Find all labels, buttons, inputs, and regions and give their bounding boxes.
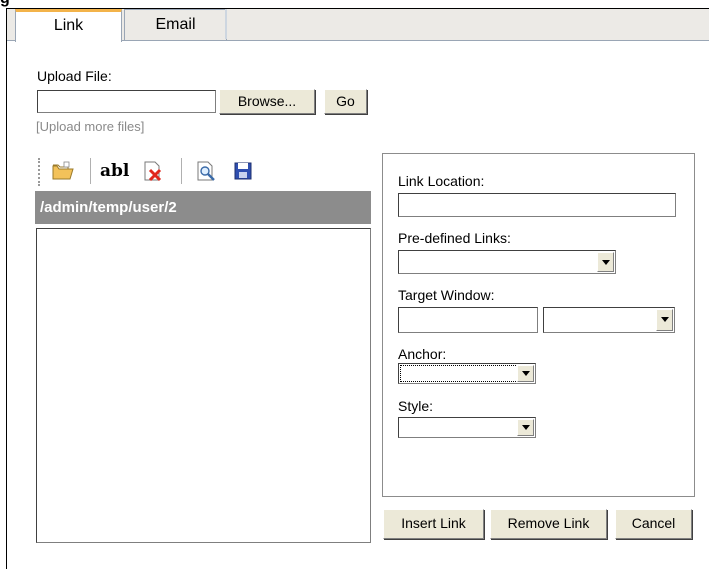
save-icon[interactable] (232, 160, 254, 182)
cancel-button[interactable]: Cancel (615, 509, 692, 539)
target-window-select[interactable] (543, 307, 675, 333)
remove-link-button[interactable]: Remove Link (490, 509, 607, 539)
link-location-label: Link Location: (398, 173, 485, 189)
upload-file-label: Upload File: (37, 68, 112, 84)
upload-file-input[interactable] (37, 90, 216, 113)
link-location-input[interactable] (398, 193, 676, 217)
predefined-links-select[interactable] (398, 250, 616, 274)
chevron-down-icon[interactable] (517, 365, 534, 382)
upload-more-files-link[interactable]: [Upload more files] (36, 119, 144, 134)
anchor-select[interactable] (398, 363, 536, 384)
browse-button[interactable]: Browse... (219, 89, 315, 114)
insert-link-button[interactable]: Insert Link (383, 509, 484, 539)
tab-email[interactable]: Email (124, 9, 227, 40)
tab-link[interactable]: Link (15, 9, 122, 42)
current-path-bar: /admin/temp/user/2 (35, 191, 371, 224)
chevron-down-icon[interactable] (597, 252, 614, 272)
preview-icon[interactable] (195, 160, 217, 182)
file-list[interactable] (36, 228, 371, 543)
target-window-input[interactable] (398, 307, 538, 333)
style-select[interactable] (398, 417, 536, 438)
predefined-links-label: Pre-defined Links: (398, 230, 511, 246)
toolbar-separator (181, 158, 182, 184)
open-folder-icon[interactable] (51, 160, 74, 182)
style-label: Style: (398, 398, 434, 414)
chevron-down-icon[interactable] (656, 309, 673, 331)
go-button[interactable]: Go (324, 89, 367, 114)
anchor-label: Anchor: (398, 346, 447, 362)
delete-icon[interactable] (142, 160, 164, 182)
rename-icon[interactable]: abl (100, 160, 130, 182)
toolbar-grip (38, 158, 43, 186)
cut-off-title-glyph: g (0, 0, 10, 7)
toolbar-separator (90, 158, 91, 184)
chevron-down-icon[interactable] (517, 419, 534, 436)
target-window-label: Target Window: (398, 287, 495, 303)
